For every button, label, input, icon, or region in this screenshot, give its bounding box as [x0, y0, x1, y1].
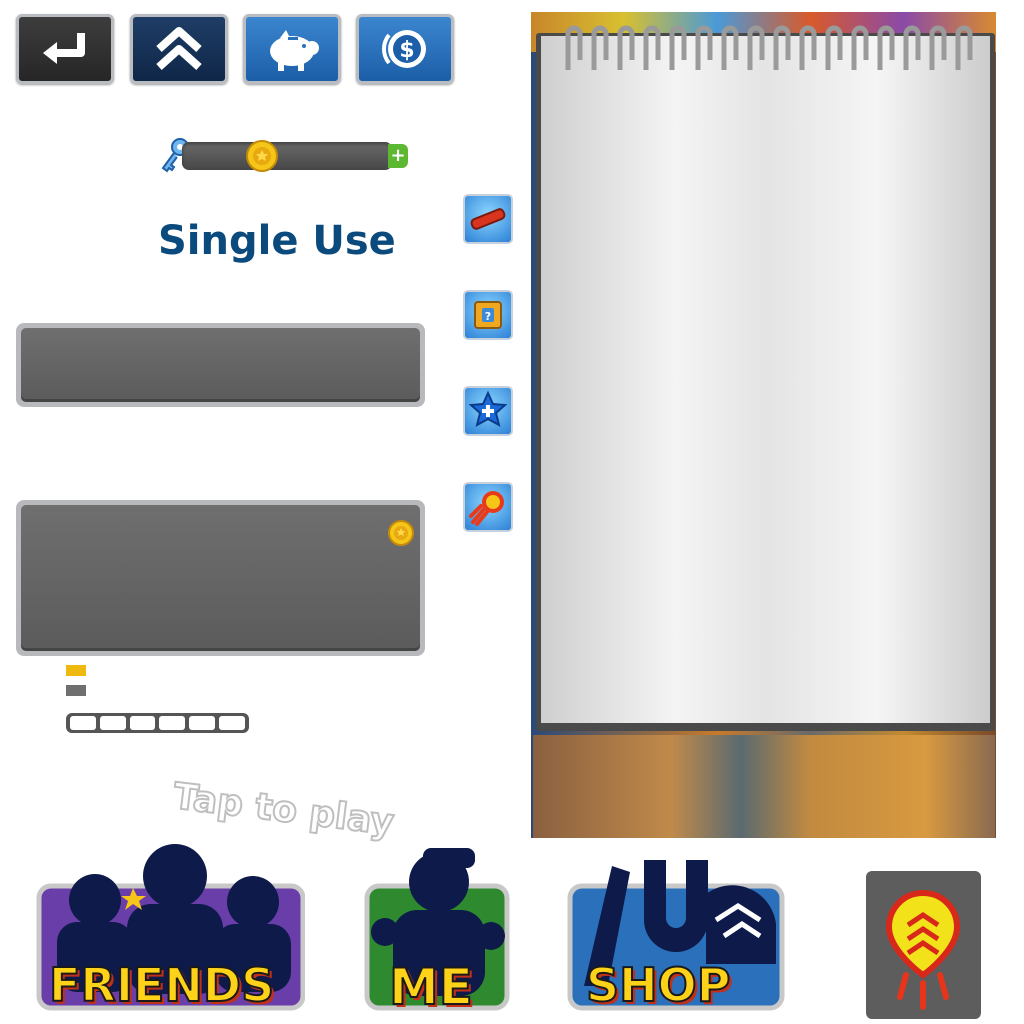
- svg-text:$: $: [399, 38, 414, 63]
- item-purchase-panel[interactable]: [16, 500, 425, 656]
- notebook-stand: [533, 735, 995, 838]
- score-booster-item[interactable]: [463, 386, 513, 436]
- me-label: ME: [388, 957, 474, 1017]
- notebook-page: [541, 36, 990, 723]
- mystery-box-icon: ?: [474, 301, 502, 329]
- friends-button[interactable]: FRIENDS: [35, 840, 305, 1015]
- item-description-panel: [16, 323, 425, 407]
- back-arrow-icon: [43, 33, 85, 64]
- coin-icon: [388, 520, 414, 546]
- dollar-coin-icon: $: [381, 30, 426, 68]
- hoverboard-item[interactable]: [463, 194, 513, 244]
- headstart-item[interactable]: [463, 482, 513, 532]
- coin-icon: [246, 140, 278, 172]
- upgrade-progress-bar: [66, 713, 249, 733]
- double-chevron-up-icon: [156, 27, 202, 70]
- add-keys-button[interactable]: +: [388, 144, 408, 168]
- jetpack-rocket-icon: [469, 491, 504, 526]
- coin-shop-button[interactable]: $: [356, 14, 454, 84]
- headstart-boost-tile[interactable]: [866, 871, 981, 1019]
- mystery-box-item[interactable]: ?: [463, 290, 513, 340]
- me-button[interactable]: ME: [363, 840, 511, 1017]
- headstart-rocket-icon: [885, 889, 961, 1010]
- star-plus-icon: [468, 390, 508, 427]
- legend-gold-swatch: [66, 665, 86, 676]
- legend-gray-swatch: [66, 685, 86, 696]
- key-progress-bar: [182, 142, 392, 170]
- shop-label: SHOP: [585, 957, 731, 1013]
- piggy-bank-icon: [270, 30, 319, 71]
- shop-button[interactable]: SHOP: [566, 840, 786, 1015]
- piggy-bank-button[interactable]: [243, 14, 341, 84]
- hoverboard-icon: [470, 208, 506, 230]
- svg-text:?: ?: [485, 310, 491, 323]
- back-button[interactable]: [16, 14, 114, 84]
- section-title: Single Use: [158, 218, 396, 264]
- friends-label: FRIENDS: [48, 957, 275, 1013]
- spiral-binding: [565, 25, 973, 70]
- upgrade-button[interactable]: [130, 14, 228, 84]
